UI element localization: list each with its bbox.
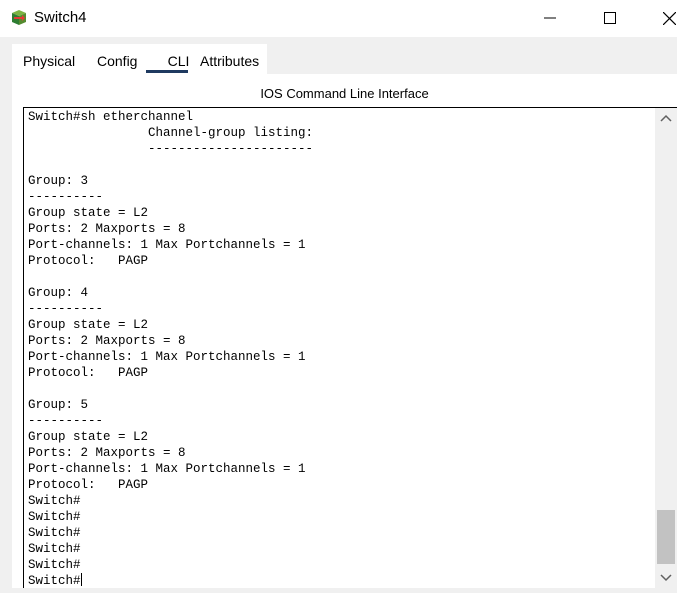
panel-heading: IOS Command Line Interface (260, 86, 429, 101)
console-line: Group state = L2 (28, 318, 149, 332)
console-line: ---------- (28, 414, 104, 428)
console-line: Port-channels: 1 Max Portchannels = 1 (28, 238, 306, 252)
console-line: Group: 3 (28, 174, 89, 188)
minimize-icon (544, 17, 556, 19)
console-line: Group: 5 (28, 398, 89, 412)
chevron-up-icon (660, 114, 672, 122)
console-line: ---------- (28, 190, 104, 204)
console-line: Ports: 2 Maxports = 8 (28, 222, 186, 236)
console-line: ---------------------- (28, 142, 314, 156)
console-output: Switch#sh etherchannel Channel-group lis… (28, 109, 313, 588)
console-line: Switch# (28, 526, 81, 540)
console-line: Switch# (28, 510, 81, 524)
console-line: Ports: 2 Maxports = 8 (28, 334, 186, 348)
tab-attributes[interactable]: Attributes (200, 44, 259, 74)
tab-physical[interactable]: Physical (23, 44, 75, 74)
cli-console[interactable]: Switch#sh etherchannel Channel-group lis… (23, 107, 677, 588)
title-bar: Switch4 (0, 0, 677, 37)
tab-config[interactable]: Config (97, 44, 137, 74)
minimize-button[interactable] (528, 0, 574, 37)
console-line: Protocol: PAGP (28, 366, 149, 380)
console-line: Switch#sh etherchannel (28, 110, 194, 124)
console-line: Group state = L2 (28, 430, 149, 444)
console-line: ---------- (28, 302, 104, 316)
console-scrollbar[interactable] (655, 108, 677, 588)
console-prompt-line[interactable]: Switch# (28, 573, 313, 588)
chevron-down-icon (660, 574, 672, 582)
console-line: Protocol: PAGP (28, 254, 149, 268)
console-line: Ports: 2 Maxports = 8 (28, 446, 186, 460)
console-line: Switch# (28, 558, 81, 572)
console-line: Protocol: PAGP (28, 478, 149, 492)
console-line: Group: 4 (28, 286, 89, 300)
close-button[interactable] (647, 0, 677, 37)
maximize-icon (604, 12, 616, 24)
console-line: Port-channels: 1 Max Portchannels = 1 (28, 350, 306, 364)
scroll-down-button[interactable] (655, 566, 677, 588)
window-title: Switch4 (34, 9, 87, 26)
console-prompt: Switch# (28, 574, 81, 588)
console-line: Group state = L2 (28, 206, 149, 220)
active-tab-indicator (146, 70, 188, 73)
scroll-up-button[interactable] (655, 108, 677, 130)
close-icon (663, 12, 676, 25)
text-cursor (80, 573, 82, 586)
console-line: Switch# (28, 494, 81, 508)
console-line: Channel-group listing: (28, 126, 314, 140)
maximize-button[interactable] (588, 0, 634, 37)
packet-tracer-device-icon (10, 9, 28, 27)
scroll-thumb[interactable] (657, 510, 675, 564)
console-line: Port-channels: 1 Max Portchannels = 1 (28, 462, 306, 476)
console-line: Switch# (28, 542, 81, 556)
